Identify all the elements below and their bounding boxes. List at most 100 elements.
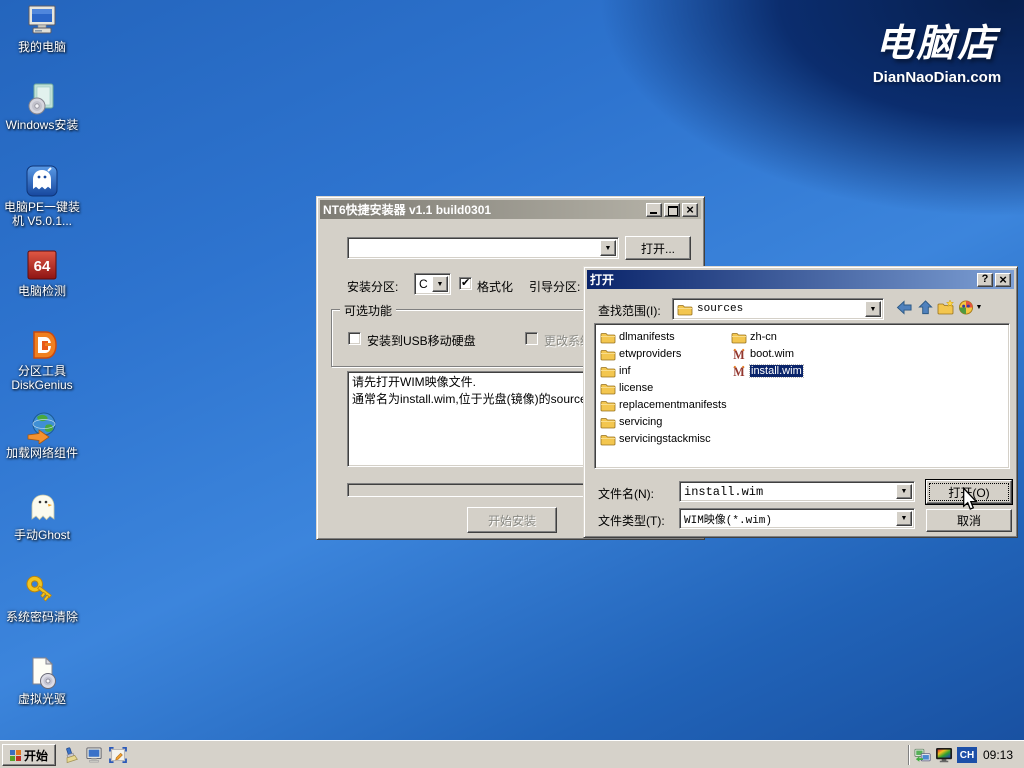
filetype-value: WIM映像(*.wim) [684,511,772,527]
monitor-icon [85,747,103,763]
open-wim-button[interactable]: 打开... [625,236,691,260]
logo-title: 电脑店 [862,12,1012,67]
virtual-cdrom-icon [24,656,60,690]
usb-install-label: 安装到USB移动硬盘 [367,332,476,349]
close-icon[interactable] [995,273,1011,287]
install-partition-value: C [419,277,428,291]
desktop-icon-label: 电脑PE一键装机 V5.0.1... [2,200,82,228]
desktop-icon-label: 我的电脑 [2,40,82,54]
up-one-level-button[interactable] [915,298,935,316]
folder-icon [677,303,693,316]
file-name: replacementmanifests [619,399,727,411]
show-desktop-button[interactable] [84,745,104,765]
filetype-label: 文件类型(T): [598,512,665,529]
wim-path-combobox[interactable] [347,237,619,259]
desktop-icon-label: 系统密码清除 [2,610,82,624]
desktop-icon-my-computer[interactable]: 我的电脑 [2,4,82,54]
dialog-open-button-label: 打开(O) [948,484,989,501]
input-language-indicator[interactable]: CH [957,747,977,763]
filetype-combobox[interactable]: WIM映像(*.wim) [679,508,915,529]
file-item-folder[interactable]: servicingstackmisc [600,431,711,447]
hardware-check-64-icon: 64 [24,248,60,282]
folder-icon [600,331,616,344]
file-item-folder[interactable]: zh-cn [731,329,777,345]
new-folder-button[interactable] [936,298,956,316]
look-in-combobox[interactable]: sources [672,298,884,320]
folder-icon [600,382,616,395]
open-dialog-title: 打开 [590,271,975,288]
chevron-down-icon[interactable] [865,301,881,317]
nt6-title-bar[interactable]: NT6快捷安装器 v1.1 build0301 [320,200,701,219]
start-button-label: 开始 [24,747,48,764]
minimize-button[interactable] [646,203,662,217]
open-dialog-title-bar[interactable]: 打开 [587,270,1014,289]
network-components-icon [24,410,60,444]
start-button[interactable]: 开始 [2,744,56,766]
input-language-label: CH [960,750,974,761]
file-name: license [619,382,653,394]
file-list[interactable]: dlmanifests etwproviders inf license rep… [594,323,1010,469]
desktop-icon-windows-install[interactable]: Windows安装 [2,82,82,132]
view-menu-button[interactable]: ▼ [957,298,983,316]
capture-icon [109,747,127,763]
chevron-down-icon: ▼ [976,304,983,311]
filename-combobox[interactable]: install.wim [679,481,915,502]
file-item-wim-selected[interactable]: M install.wim [731,363,803,379]
tray-clock: 09:13 [983,748,1013,762]
folder-icon [600,399,616,412]
back-button[interactable] [894,298,914,316]
chevron-down-icon[interactable] [896,484,912,499]
chevron-down-icon[interactable] [432,276,448,292]
desktop-icon-label: 分区工具 DiskGenius [2,364,82,392]
file-name: zh-cn [750,331,777,343]
help-button[interactable] [977,273,993,287]
desktop-icon-pe-onekey[interactable]: 电脑PE一键装机 V5.0.1... [2,164,82,228]
open-wim-button-label: 打开... [641,240,675,257]
desktop-icon-label: 虚拟光驱 [2,692,82,706]
dialog-open-button[interactable]: 打开(O) [926,480,1012,504]
nt6-window-title: NT6快捷安装器 v1.1 build0301 [323,201,644,218]
folder-icon [600,348,616,361]
desktop-icon-password-clear[interactable]: 系统密码清除 [2,574,82,624]
manual-ghost-icon [24,492,60,526]
close-button[interactable] [682,203,698,217]
desktop: { "desktop": { "logo_title": "电脑店", "log… [0,0,1024,768]
format-checkbox[interactable] [459,277,472,290]
file-item-folder[interactable]: servicing [600,414,662,430]
dialog-cancel-button[interactable]: 取消 [926,509,1012,532]
file-item-wim[interactable]: M boot.wim [731,346,794,362]
taskbar: 开始 [0,740,1024,768]
new-folder-icon [937,300,955,315]
desktop-icon-network-components[interactable]: 加载网络组件 [2,410,82,460]
desktop-icon-virtual-cdrom[interactable]: 虚拟光驱 [2,656,82,706]
look-in-label: 查找范围(I): [598,302,661,319]
file-name: dlmanifests [619,331,675,343]
file-item-folder[interactable]: replacementmanifests [600,397,727,413]
file-item-folder[interactable]: etwproviders [600,346,681,362]
desktop-icon-hardware-check[interactable]: 64 电脑检测 [2,248,82,298]
windows-install-icon [24,82,60,116]
chevron-down-icon[interactable] [896,511,912,526]
usb-install-checkbox[interactable] [348,332,361,345]
diskgenius-icon [24,328,60,362]
chevron-down-icon[interactable] [600,240,616,256]
network-icon [914,748,932,763]
folder-icon [600,365,616,378]
file-item-folder[interactable]: inf [600,363,631,379]
change-system-checkbox [525,332,538,345]
file-item-folder[interactable]: dlmanifests [600,329,675,345]
desktop-icon-diskgenius[interactable]: 分区工具 DiskGenius [2,328,82,392]
install-partition-combobox[interactable]: C [414,273,451,295]
file-item-folder[interactable]: license [600,380,653,396]
back-arrow-icon [896,300,913,315]
wim-file-icon: M [731,348,747,361]
network-status-tray-icon[interactable] [913,745,933,765]
maximize-button[interactable] [664,203,680,217]
folder-icon [731,331,747,344]
up-arrow-icon [917,300,934,315]
desktop-cleaner-button[interactable] [60,745,80,765]
display-settings-tray-icon[interactable] [934,745,954,765]
dialog-cancel-button-label: 取消 [957,512,981,529]
desktop-icon-manual-ghost[interactable]: 手动Ghost [2,492,82,542]
screen-capture-button[interactable] [108,745,128,765]
